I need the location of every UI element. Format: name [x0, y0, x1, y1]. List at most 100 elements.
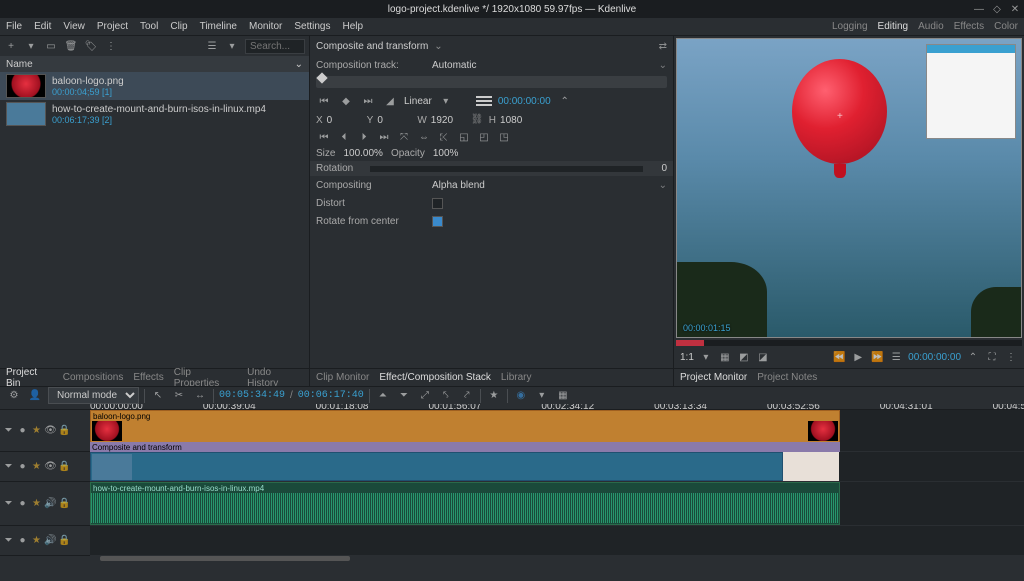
spacer-tool-icon[interactable]: ↔	[192, 389, 208, 403]
size-value[interactable]: 100.00%	[343, 148, 382, 159]
rotate-from-center-checkbox[interactable]	[432, 216, 443, 227]
video-track-1[interactable]	[90, 452, 1024, 482]
folder-icon[interactable]: ▭	[44, 39, 58, 53]
link-icon[interactable]: ⛓	[471, 114, 485, 126]
compositing-value[interactable]: Alpha blend	[432, 180, 485, 191]
gear-icon[interactable]: ⚙	[6, 389, 22, 403]
add-clip-icon[interactable]: +	[4, 39, 18, 53]
menu-view[interactable]: View	[63, 21, 85, 32]
audio-track-1[interactable]: how-to-create-mount-and-burn-isos-in-lin…	[90, 482, 1024, 526]
menu-icon[interactable]: ☰	[889, 350, 903, 364]
lock-icon[interactable]: 🔒	[59, 535, 70, 546]
chevron-down-icon[interactable]: ▾	[699, 350, 713, 364]
effects-active-icon[interactable]: ★	[31, 461, 42, 472]
timeline-clip-audio[interactable]: how-to-create-mount-and-burn-isos-in-lin…	[90, 482, 840, 525]
tab-project-notes[interactable]: Project Notes	[757, 372, 817, 383]
menu-settings[interactable]: Settings	[294, 21, 330, 32]
adjust-icon[interactable]: ◳	[496, 130, 512, 144]
effect-header[interactable]: Composite and transform ⌄ ⇄	[310, 36, 673, 56]
align-right-icon[interactable]: ⤪	[436, 130, 452, 144]
distort-checkbox[interactable]	[432, 198, 443, 209]
forward-icon[interactable]: ⏩	[870, 350, 884, 364]
lock-icon[interactable]: 🔒	[59, 425, 70, 436]
mute-icon[interactable]: 👁	[45, 425, 56, 436]
monitor-video[interactable]: + 00:00:01:15	[676, 38, 1022, 338]
preview-render-icon[interactable]: ◉	[513, 389, 529, 403]
menu-file[interactable]: File	[6, 21, 22, 32]
share-icon[interactable]: ⇄	[659, 41, 667, 52]
close-icon[interactable]: ✕	[1010, 4, 1020, 14]
menu-clip[interactable]: Clip	[170, 21, 187, 32]
video-track-2[interactable]: baloon-logo.png Composite and transform	[90, 410, 1024, 452]
go-prev-icon[interactable]: ⏴	[336, 130, 352, 144]
zoom-ratio[interactable]: 1:1	[680, 352, 694, 363]
chevron-down-icon[interactable]: ⌄	[659, 180, 667, 191]
go-last-icon[interactable]: ⏭	[376, 130, 392, 144]
add-keyframe-icon[interactable]: ◆	[338, 94, 354, 108]
monitor-timecode[interactable]: 00:00:00:00	[908, 352, 961, 363]
grid-icon[interactable]: ▦	[718, 350, 732, 364]
original-size-icon[interactable]: ◰	[476, 130, 492, 144]
target-icon[interactable]: ●	[17, 425, 28, 436]
cut-icon[interactable]: ⤢	[417, 389, 433, 403]
chevron-down-icon[interactable]: ▾	[438, 94, 454, 108]
bin-item[interactable]: how-to-create-mount-and-burn-isos-in-lin…	[0, 100, 309, 128]
ws-editing[interactable]: Editing	[878, 21, 909, 32]
overwrite-icon[interactable]: ⤤	[459, 389, 475, 403]
minimize-icon[interactable]: —	[974, 4, 984, 14]
tag-icon[interactable]: 🏷	[84, 39, 98, 53]
lock-icon[interactable]: 🔒	[59, 461, 70, 472]
h-value[interactable]: 1080	[500, 115, 536, 126]
interpolation-label[interactable]: Linear	[404, 96, 432, 107]
rewind-icon[interactable]: ⏪	[832, 350, 846, 364]
zone-in-icon[interactable]: ⏷	[396, 389, 412, 403]
rotation-slider[interactable]	[370, 166, 643, 172]
menu-project[interactable]: Project	[97, 21, 128, 32]
opacity-value[interactable]: 100%	[433, 148, 459, 159]
chevron-down-icon[interactable]: ⌄	[295, 59, 303, 70]
stepper-icon[interactable]: ⌃	[966, 350, 980, 364]
tab-effects[interactable]: Effects	[133, 372, 163, 383]
chevron-down-icon[interactable]: ▾	[24, 39, 38, 53]
menu-tool[interactable]: Tool	[140, 21, 158, 32]
delete-icon[interactable]: 🗑	[64, 39, 78, 53]
selection-tool-icon[interactable]: ↖	[150, 389, 166, 403]
tab-clip-monitor[interactable]: Clip Monitor	[316, 372, 369, 383]
prev-keyframe-icon[interactable]: ⏮	[316, 94, 332, 108]
menu-timeline[interactable]: Timeline	[200, 21, 237, 32]
go-first-icon[interactable]: ⏮	[316, 130, 332, 144]
expand-icon[interactable]: ⏷	[3, 425, 14, 436]
align-left-icon[interactable]: ⤧	[396, 130, 412, 144]
lock-icon[interactable]: 🔒	[59, 498, 70, 509]
menu-icon[interactable]	[476, 100, 492, 102]
next-keyframe-icon[interactable]: ⏭	[360, 94, 376, 108]
list-view-icon[interactable]: ☰	[205, 39, 219, 53]
keyframe-marker[interactable]	[316, 72, 327, 83]
expand-icon[interactable]: ⏷	[3, 498, 14, 509]
track-head-v2[interactable]: ⏷ ● ★ 👁 🔒	[0, 410, 90, 452]
menu-monitor[interactable]: Monitor	[249, 21, 282, 32]
mute-icon[interactable]: 🔊	[45, 498, 56, 509]
composition-track-value[interactable]: Automatic	[432, 60, 476, 71]
favorite-icon[interactable]: ★	[486, 389, 502, 403]
ws-color[interactable]: Color	[994, 21, 1018, 32]
effects-active-icon[interactable]: ★	[31, 498, 42, 509]
target-icon[interactable]: ●	[17, 498, 28, 509]
insert-icon[interactable]: ⤣	[438, 389, 454, 403]
monitor-scrubber[interactable]	[676, 340, 1022, 346]
audio-track-2[interactable]	[90, 526, 1024, 556]
mute-icon[interactable]: 🔊	[45, 535, 56, 546]
chevron-down-icon[interactable]: ▾	[225, 39, 239, 53]
align-center-icon[interactable]: ⇔	[416, 130, 432, 144]
y-value[interactable]: 0	[377, 115, 413, 126]
x-value[interactable]: 0	[327, 115, 363, 126]
menu-icon[interactable]: ⋮	[104, 39, 118, 53]
bin-item[interactable]: baloon-logo.png 00:00:04;59 [1]	[0, 72, 309, 100]
track-head-v1[interactable]: ⏷ ● ★ 👁 🔒	[0, 452, 90, 482]
track-head-a2[interactable]: ⏷ ● ★ 🔊 🔒	[0, 526, 90, 556]
razor-tool-icon[interactable]: ✂	[171, 389, 187, 403]
timeline-clip-video[interactable]	[90, 452, 783, 481]
track-head-a1[interactable]: ⏷ ● ★ 🔊 🔒	[0, 482, 90, 526]
chevron-down-icon[interactable]: ⌄	[659, 60, 667, 71]
ws-effects[interactable]: Effects	[954, 21, 984, 32]
